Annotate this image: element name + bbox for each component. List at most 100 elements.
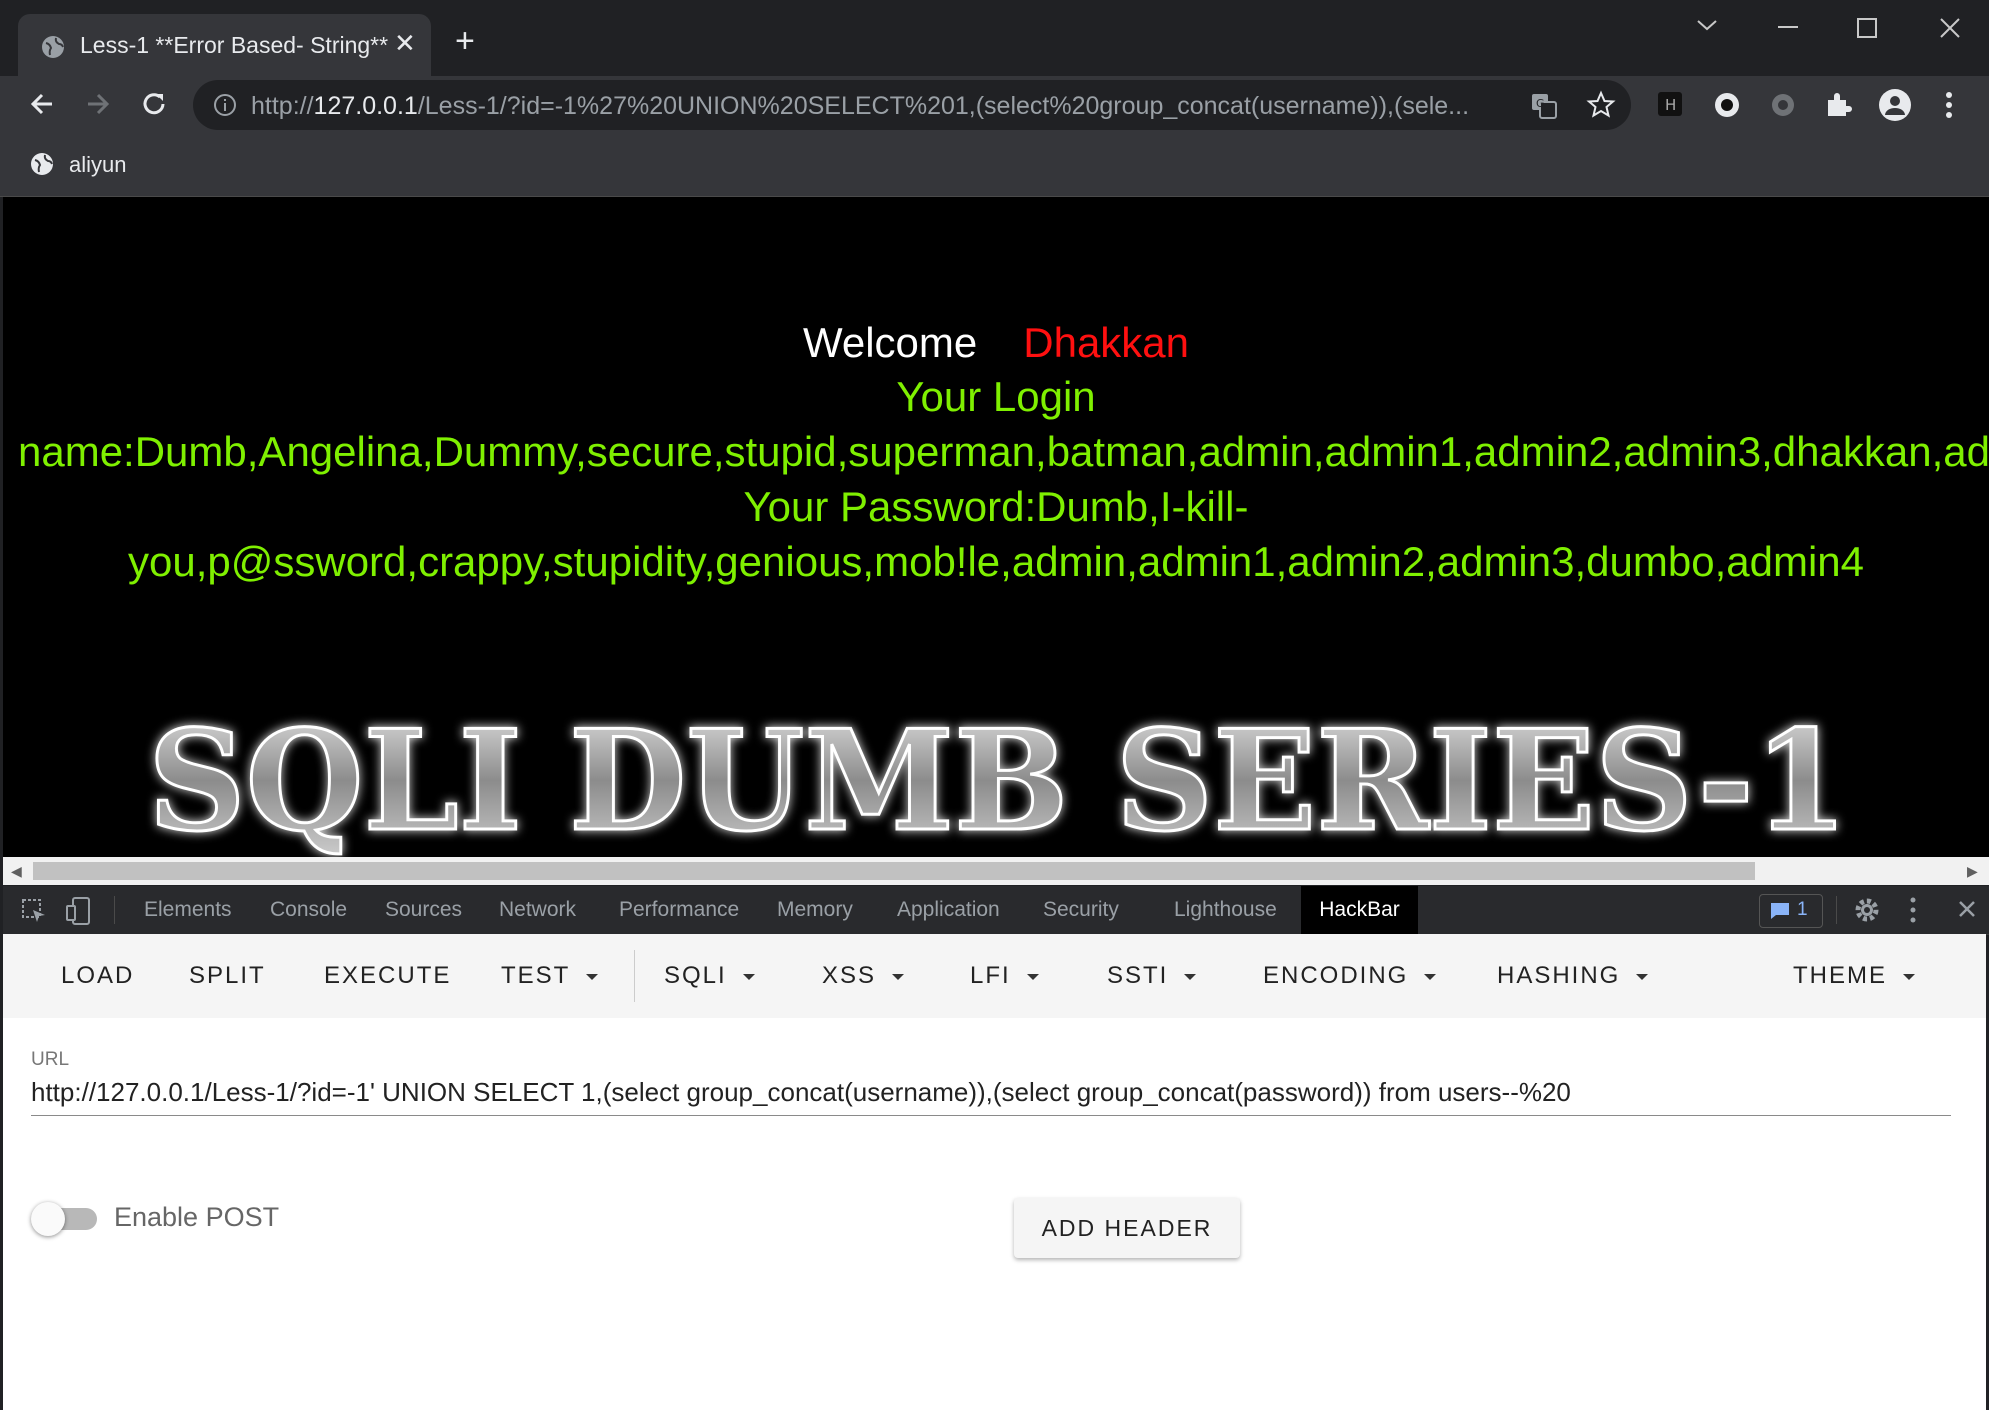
add-header-button[interactable]: ADD HEADER — [1014, 1198, 1240, 1258]
password-values: you,p@ssword,crappy,stupidity,genious,mo… — [127, 538, 1864, 585]
divider — [114, 896, 115, 924]
load-button[interactable]: LOAD — [61, 962, 134, 990]
site-info-icon[interactable] — [213, 93, 237, 117]
hashing-label: HASHING — [1497, 962, 1621, 989]
test-label: TEST — [501, 962, 571, 989]
url-host: 127.0.0.1 — [313, 92, 418, 120]
hackbar-panel: LOAD SPLIT EXECUTE TEST SQLI XSS LFI SST… — [3, 934, 1986, 1410]
new-tab-button[interactable]: + — [455, 24, 475, 58]
url-scheme: http:// — [251, 92, 314, 120]
divider — [1836, 896, 1837, 924]
profile-avatar-icon[interactable] — [1878, 88, 1912, 122]
user-name: Dhakkan — [1023, 319, 1190, 366]
chevron-down-icon — [1424, 973, 1437, 980]
scroll-left-icon[interactable]: ◀ — [11, 863, 22, 880]
login-names: name:Dumb,Angelina,Dummy,secure,stupid,s… — [18, 428, 1989, 475]
close-devtools-icon[interactable] — [1958, 900, 1976, 918]
svg-text:G: G — [1536, 97, 1545, 110]
forward-icon[interactable] — [82, 88, 114, 120]
sqli-menu[interactable]: SQLI — [664, 962, 755, 990]
back-icon[interactable] — [26, 88, 58, 120]
minimize-icon[interactable] — [1778, 26, 1798, 30]
ssti-label: SSTI — [1107, 962, 1169, 989]
tab-performance[interactable]: Performance — [619, 898, 739, 922]
window-close-icon[interactable] — [1939, 17, 1961, 39]
hackbar-extension-icon[interactable]: H — [1658, 92, 1682, 116]
chevron-down-icon — [1026, 973, 1039, 980]
issues-counter[interactable]: 1 — [1759, 894, 1823, 928]
split-button[interactable]: SPLIT — [189, 962, 266, 990]
lfi-menu[interactable]: LFI — [970, 962, 1039, 990]
tab-security[interactable]: Security — [1043, 898, 1119, 922]
maximize-icon[interactable] — [1857, 18, 1877, 38]
inspect-element-icon[interactable] — [21, 898, 47, 924]
encoding-label: ENCODING — [1263, 962, 1409, 989]
page-viewport: Welcome Dhakkan Your Login name:Dumb,Ange… — [3, 197, 1989, 857]
hackbar-menu: LOAD SPLIT EXECUTE TEST SQLI XSS LFI SST… — [3, 934, 1986, 1018]
xss-label: XSS — [822, 962, 877, 989]
device-toolbar-icon[interactable] — [65, 896, 95, 926]
issues-count: 1 — [1797, 899, 1808, 920]
bookmarks-bar: aliyun — [0, 136, 1989, 197]
url-text: http://127.0.0.1/Less-1/?id=-1%27%20UNIO… — [251, 92, 1541, 121]
scroll-right-icon[interactable]: ▶ — [1967, 863, 1978, 880]
ssti-menu[interactable]: SSTI — [1107, 962, 1197, 990]
theme-menu[interactable]: THEME — [1793, 962, 1915, 990]
encoding-menu[interactable]: ENCODING — [1263, 962, 1437, 990]
scrollbar-thumb[interactable] — [33, 862, 1755, 880]
address-bar[interactable]: http://127.0.0.1/Less-1/?id=-1%27%20UNIO… — [193, 80, 1631, 130]
chevron-down-icon — [892, 973, 905, 980]
tab-search-icon[interactable] — [1696, 18, 1718, 32]
globe-icon — [42, 36, 64, 58]
tab-application[interactable]: Application — [897, 898, 1000, 922]
tab-close-icon[interactable]: ✕ — [394, 30, 416, 56]
horizontal-scrollbar[interactable]: ◀ ▶ — [3, 857, 1989, 885]
more-options-icon[interactable] — [1909, 896, 1917, 924]
globe-icon — [31, 153, 53, 175]
theme-label: THEME — [1793, 962, 1887, 989]
login-heading: Your Login — [896, 373, 1096, 420]
url-path: /Less-1/?id=-1%27%20UNION%20SELECT%201,(… — [417, 92, 1470, 120]
translate-icon[interactable]: G — [1530, 92, 1558, 120]
gear-extension-icon[interactable] — [1768, 90, 1798, 120]
message-icon — [1771, 903, 1789, 919]
enable-post-toggle[interactable] — [31, 1202, 65, 1236]
kebab-menu-icon[interactable] — [1944, 90, 1954, 120]
tab-network[interactable]: Network — [499, 898, 576, 922]
bookmark-aliyun[interactable]: aliyun — [69, 152, 126, 178]
settings-gear-icon[interactable] — [1854, 897, 1880, 923]
sqli-label: SQLI — [664, 962, 727, 989]
welcome-text: Welcome — [802, 319, 978, 366]
tab-console[interactable]: Console — [270, 898, 347, 922]
sqli-dumb-series-banner: SQLI DUMB SERIES-1 — [147, 707, 1850, 857]
bookmark-star-icon[interactable] — [1586, 90, 1616, 120]
tab-elements[interactable]: Elements — [144, 898, 232, 922]
url-label: URL — [31, 1049, 70, 1070]
tab-title: Less-1 **Error Based- String** — [80, 32, 389, 58]
devtools-tabbar: Elements Console Sources Network Perform… — [3, 886, 1989, 935]
tab-memory[interactable]: Memory — [777, 898, 853, 922]
extensions-puzzle-icon[interactable] — [1823, 90, 1853, 120]
browser-tab[interactable]: Less-1 **Error Based- String** ✕ — [18, 14, 431, 76]
svg-text:H: H — [1665, 96, 1676, 114]
xss-menu[interactable]: XSS — [822, 962, 905, 990]
tab-sources[interactable]: Sources — [385, 898, 462, 922]
execute-button[interactable]: EXECUTE — [324, 962, 451, 990]
tab-lighthouse[interactable]: Lighthouse — [1174, 898, 1277, 922]
hashing-menu[interactable]: HASHING — [1497, 962, 1649, 990]
reload-icon[interactable] — [138, 88, 170, 120]
svg-text:SQLI DUMB SERIES-1: SQLI DUMB SERIES-1 — [148, 707, 1848, 857]
chevron-down-icon — [1636, 973, 1649, 980]
chevron-down-icon — [742, 973, 755, 980]
test-menu[interactable]: TEST — [501, 962, 599, 990]
enable-post-label[interactable]: Enable POST — [114, 1202, 279, 1233]
tab-hackbar[interactable]: HackBar — [1301, 886, 1418, 934]
url-input[interactable]: http://127.0.0.1/Less-1/?id=-1' UNION SE… — [31, 1077, 1951, 1116]
circle-extension-icon[interactable] — [1712, 90, 1742, 120]
chevron-down-icon — [1903, 973, 1915, 980]
password-heading: Your Password:Dumb,I-kill- — [743, 483, 1249, 530]
divider — [634, 950, 635, 1002]
lfi-label: LFI — [970, 962, 1011, 989]
chevron-down-icon — [586, 973, 599, 980]
browser-toolbar: http://127.0.0.1/Less-1/?id=-1%27%20UNIO… — [0, 76, 1989, 136]
